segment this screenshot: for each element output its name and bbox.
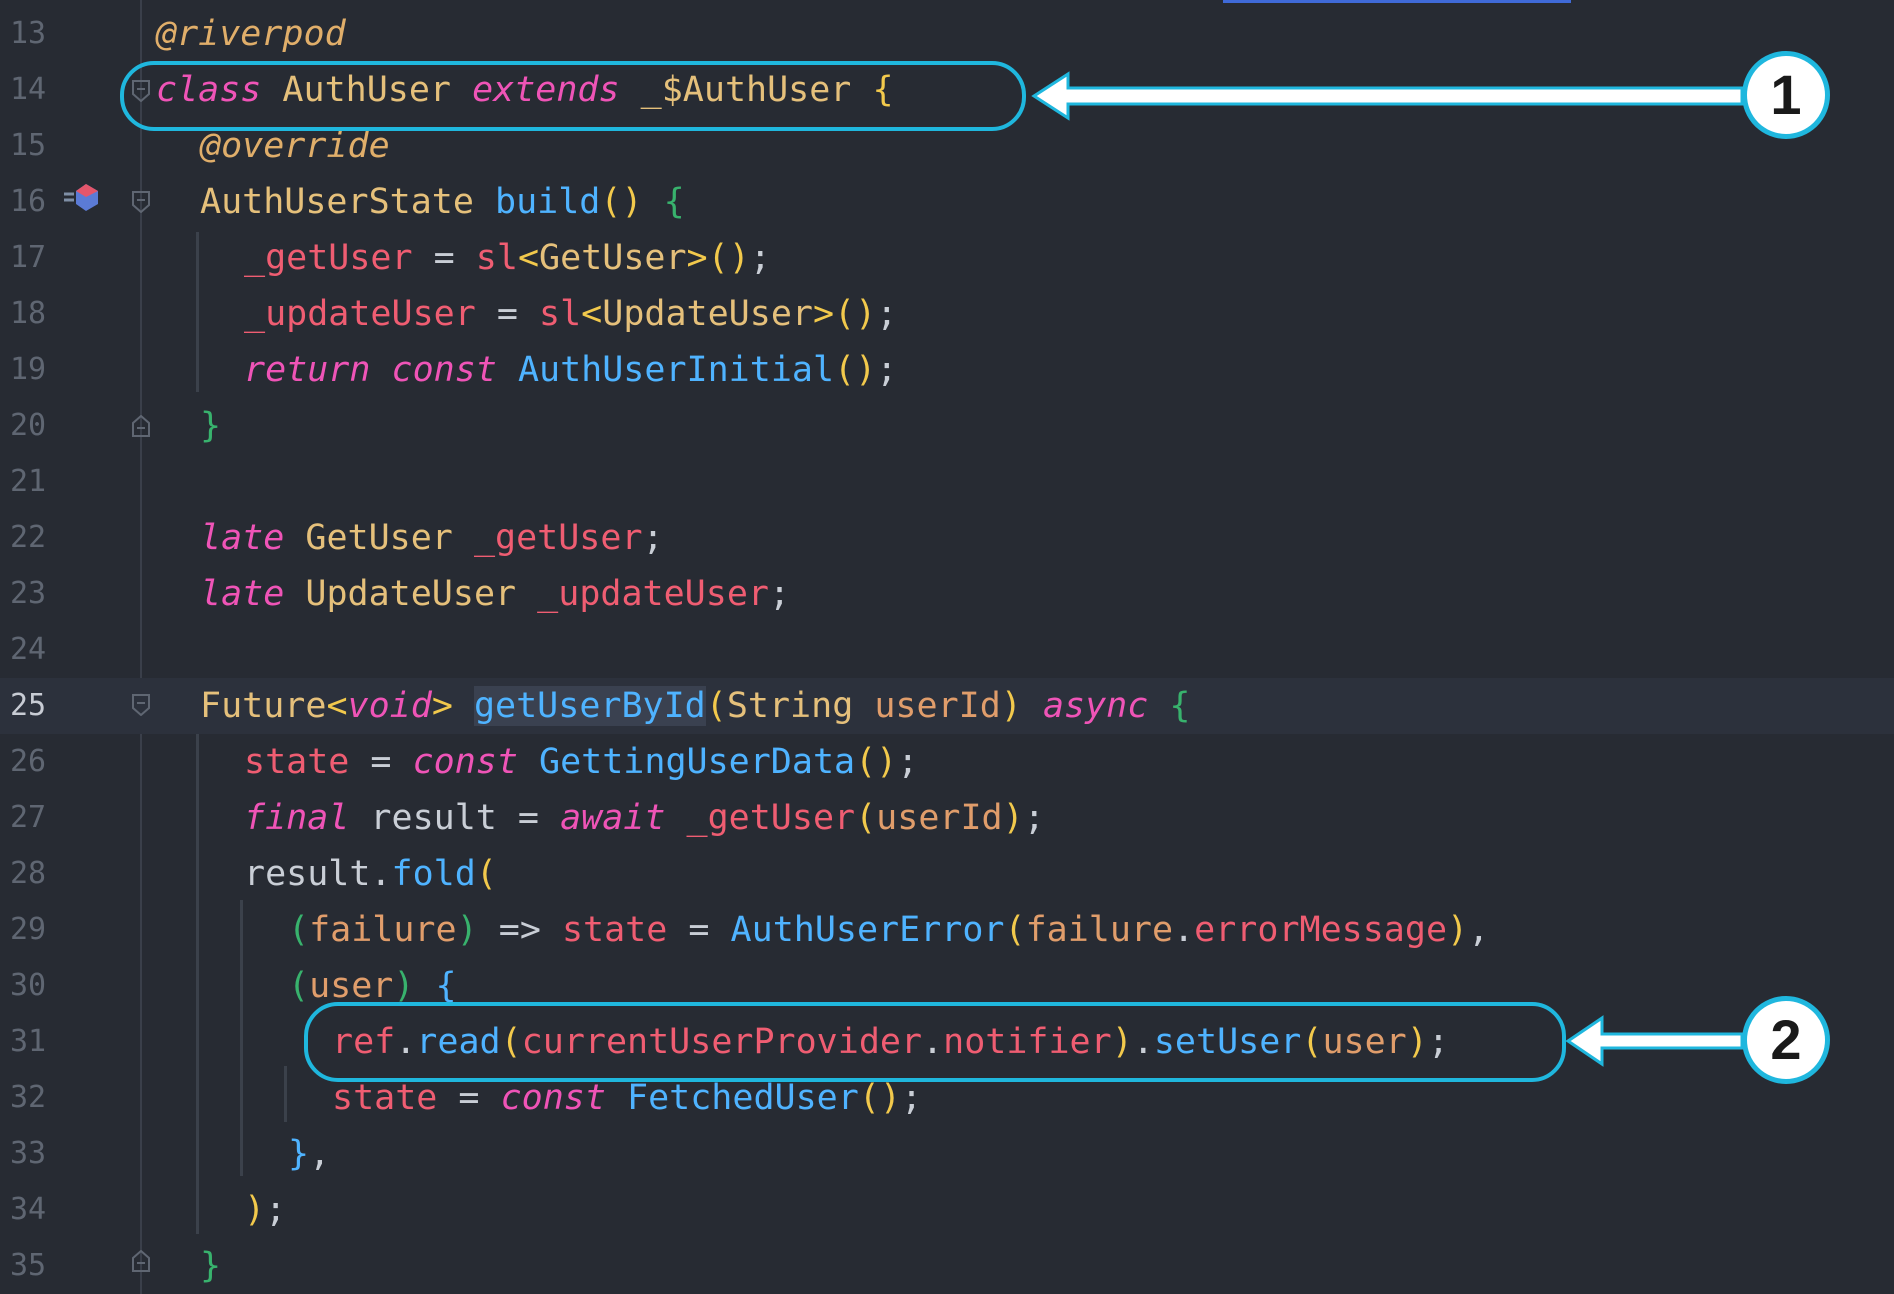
- arrow-2: [1565, 1015, 1744, 1067]
- callout-badge-1: 1: [1742, 51, 1830, 139]
- code-editor[interactable]: 13 @riverpod 14 class AuthUser extends _$Au…: [0, 0, 1894, 1294]
- arrow-1: [1031, 71, 1744, 121]
- callout-badge-2: 2: [1742, 996, 1830, 1084]
- callout-arrows: [1031, 71, 1744, 1067]
